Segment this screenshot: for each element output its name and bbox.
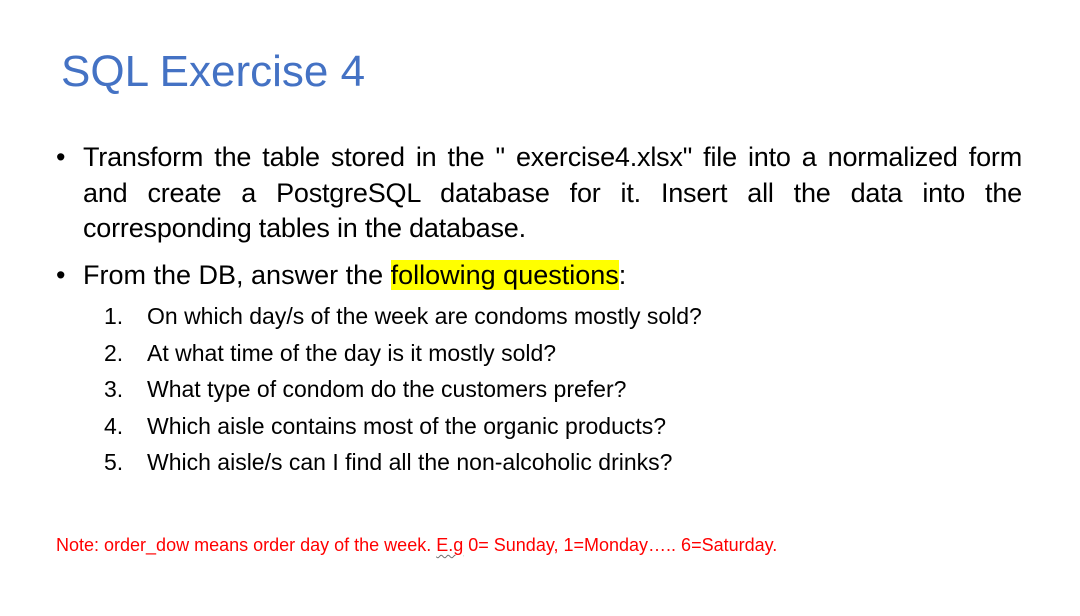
question-number: 2.	[104, 339, 124, 366]
question-item: 1. On which day/s of the week are condom…	[104, 298, 1004, 335]
bullet-text-transform: Transform the table stored in the " exer…	[83, 142, 1022, 243]
bullet-text-questions-suffix: :	[618, 259, 627, 290]
question-text: Which aisle/s can I find all the non-alc…	[147, 449, 673, 475]
question-number: 5.	[104, 449, 124, 475]
note-text-suffix: 0= Sunday, 1=Monday….. 6=Saturday.	[463, 535, 778, 555]
question-list: 1. On which day/s of the week are condom…	[104, 298, 1004, 481]
question-item: 3. What type of condom do the customers …	[104, 371, 1004, 408]
question-item: 4. Which aisle contains most of the orga…	[104, 408, 1004, 445]
question-item: 2. At what time of the day is it mostly …	[104, 335, 1004, 372]
spellcheck-underlined-text: E.g	[436, 535, 464, 555]
question-item: 5. Which aisle/s can I find all the non-…	[104, 444, 1004, 481]
bullet-list: • Transform the table stored in the " ex…	[56, 140, 1022, 293]
question-text: At what time of the day is it mostly sol…	[147, 339, 557, 366]
question-number: 4.	[104, 412, 124, 439]
bullet-marker: •	[56, 142, 66, 172]
question-text: On which day/s of the week are condoms m…	[147, 303, 702, 329]
bullet-item-transform: • Transform the table stored in the " ex…	[56, 140, 1022, 247]
slide: SQL Exercise 4 • Transform the table sto…	[0, 0, 1080, 616]
slide-title: SQL Exercise 4	[61, 47, 366, 96]
question-number: 3.	[104, 376, 124, 402]
question-text: What type of condom do the customers pre…	[147, 376, 627, 402]
bullet-item-questions: • From the DB, answer the following ques…	[56, 258, 1022, 294]
highlighted-text: following questions	[390, 259, 619, 290]
bullet-text-questions-prefix: From the DB, answer the	[83, 259, 391, 290]
question-text: Which aisle contains most of the organic…	[147, 412, 667, 439]
question-number: 1.	[104, 303, 124, 329]
footnote-note: Note: order_dow means order day of the w…	[56, 533, 777, 557]
note-text-prefix: Note: order_dow means order day of the w…	[56, 535, 437, 555]
bullet-marker: •	[56, 259, 66, 290]
